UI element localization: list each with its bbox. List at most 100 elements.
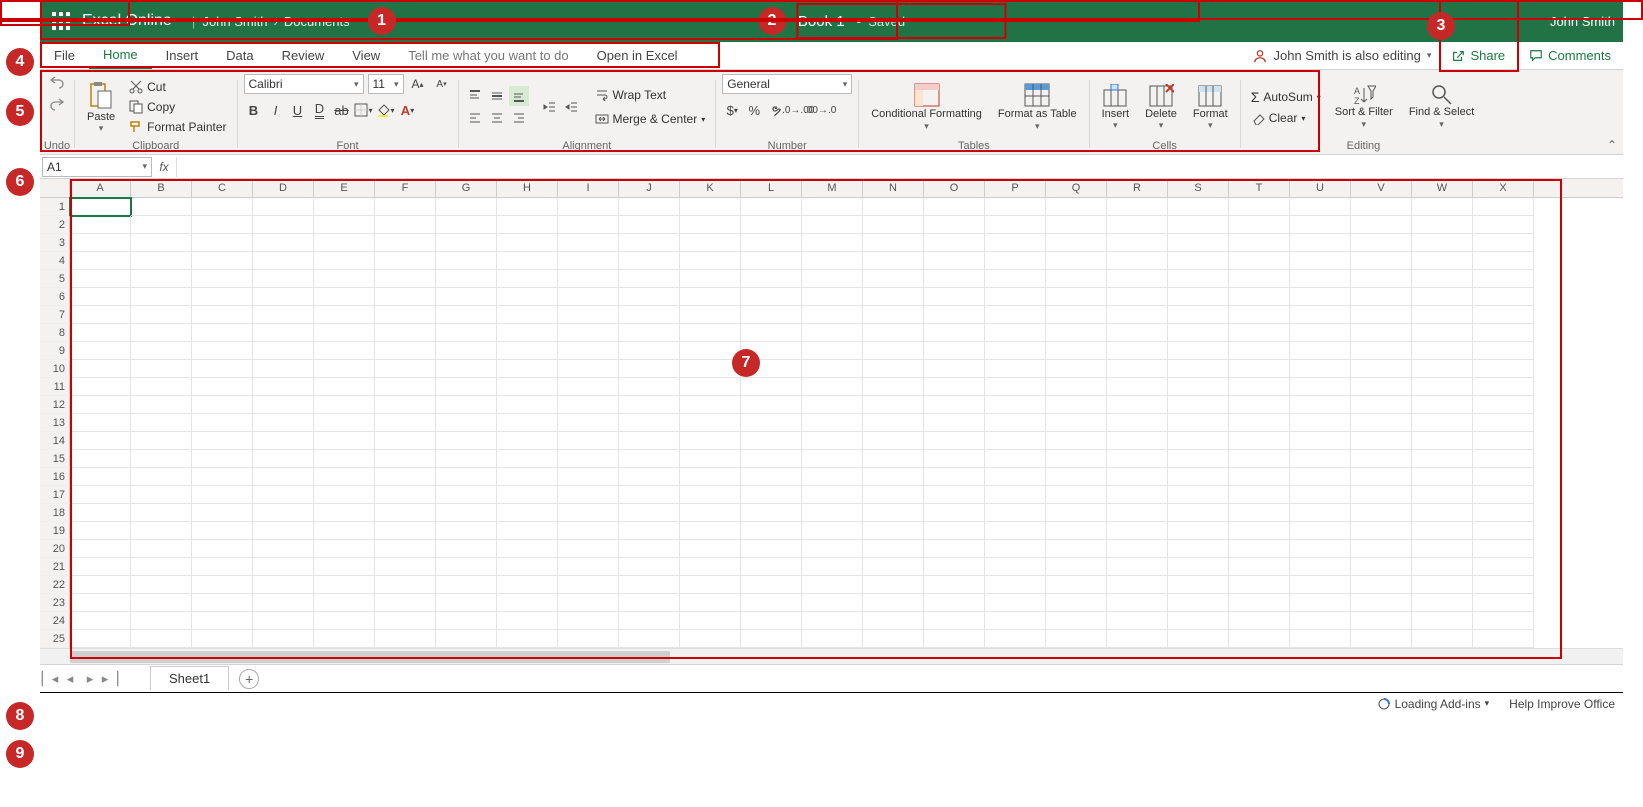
cell[interactable]: [802, 432, 863, 450]
cell[interactable]: [192, 486, 253, 504]
cell[interactable]: [192, 450, 253, 468]
last-sheet-button[interactable]: ▸▕: [100, 671, 120, 687]
cell[interactable]: [436, 486, 497, 504]
cell[interactable]: [70, 378, 131, 396]
cell[interactable]: [1107, 450, 1168, 468]
cell[interactable]: [1290, 432, 1351, 450]
cell[interactable]: [375, 486, 436, 504]
cell[interactable]: [314, 450, 375, 468]
cell[interactable]: [558, 522, 619, 540]
column-header[interactable]: P: [985, 179, 1046, 197]
cell[interactable]: [1473, 594, 1534, 612]
cell[interactable]: [1168, 198, 1229, 216]
autosum-button[interactable]: Σ AutoSum ▾: [1247, 87, 1325, 107]
cell[interactable]: [985, 216, 1046, 234]
column-header[interactable]: I: [558, 179, 619, 197]
cell[interactable]: [1290, 234, 1351, 252]
cell[interactable]: [558, 612, 619, 630]
cell[interactable]: [1107, 612, 1168, 630]
cell[interactable]: [741, 414, 802, 432]
cell[interactable]: [802, 594, 863, 612]
cell[interactable]: [192, 468, 253, 486]
cell[interactable]: [924, 486, 985, 504]
cell[interactable]: [1168, 576, 1229, 594]
cell[interactable]: [497, 270, 558, 288]
row-header[interactable]: 5: [40, 270, 70, 288]
cell[interactable]: [863, 234, 924, 252]
cell[interactable]: [741, 630, 802, 648]
prev-sheet-button[interactable]: ◂: [60, 671, 80, 687]
cell[interactable]: [1473, 270, 1534, 288]
cell[interactable]: [680, 396, 741, 414]
cell[interactable]: [1473, 576, 1534, 594]
cell[interactable]: [131, 378, 192, 396]
cell[interactable]: [497, 432, 558, 450]
cell[interactable]: [802, 306, 863, 324]
cell[interactable]: [619, 612, 680, 630]
cell[interactable]: [985, 396, 1046, 414]
align-left-button[interactable]: [465, 108, 485, 128]
cell[interactable]: [1229, 252, 1290, 270]
cell[interactable]: [70, 612, 131, 630]
cell[interactable]: [1412, 288, 1473, 306]
cell[interactable]: [985, 558, 1046, 576]
cell[interactable]: [497, 396, 558, 414]
cell[interactable]: [558, 216, 619, 234]
document-name[interactable]: Book 1: [798, 13, 845, 30]
scrollbar-thumb[interactable]: [70, 651, 670, 663]
cell[interactable]: [192, 288, 253, 306]
cell[interactable]: [802, 234, 863, 252]
cell[interactable]: [1168, 414, 1229, 432]
cell[interactable]: [253, 612, 314, 630]
cell[interactable]: [70, 432, 131, 450]
tab-view[interactable]: View: [338, 42, 394, 69]
cell[interactable]: [680, 486, 741, 504]
sheet-tab-sheet1[interactable]: Sheet1: [150, 666, 229, 690]
cell[interactable]: [253, 594, 314, 612]
cell[interactable]: [253, 324, 314, 342]
cell[interactable]: [253, 306, 314, 324]
cell[interactable]: [314, 378, 375, 396]
cell[interactable]: [1473, 198, 1534, 216]
cell[interactable]: [70, 414, 131, 432]
cell[interactable]: [70, 522, 131, 540]
column-header[interactable]: S: [1168, 179, 1229, 197]
row-header[interactable]: 23: [40, 594, 70, 612]
cell[interactable]: [558, 468, 619, 486]
cell[interactable]: [1229, 288, 1290, 306]
cell[interactable]: [70, 234, 131, 252]
cell[interactable]: [314, 432, 375, 450]
cell[interactable]: [375, 504, 436, 522]
cell[interactable]: [192, 234, 253, 252]
cell[interactable]: [680, 432, 741, 450]
app-launcher-icon[interactable]: [52, 12, 70, 30]
cell[interactable]: [1046, 216, 1107, 234]
cell[interactable]: [1168, 234, 1229, 252]
cell[interactable]: [863, 378, 924, 396]
cell[interactable]: [1290, 540, 1351, 558]
cell[interactable]: [1412, 558, 1473, 576]
cell[interactable]: [924, 306, 985, 324]
cell[interactable]: [1046, 342, 1107, 360]
cell[interactable]: [558, 360, 619, 378]
cell[interactable]: [1107, 252, 1168, 270]
cell[interactable]: [1473, 468, 1534, 486]
cell[interactable]: [1107, 396, 1168, 414]
cell[interactable]: [1473, 306, 1534, 324]
cell[interactable]: [436, 324, 497, 342]
cell[interactable]: [70, 486, 131, 504]
cell[interactable]: [192, 558, 253, 576]
cell[interactable]: [1290, 198, 1351, 216]
cell[interactable]: [1229, 576, 1290, 594]
cell[interactable]: [314, 198, 375, 216]
cell[interactable]: [1046, 558, 1107, 576]
cell[interactable]: [1168, 306, 1229, 324]
cell[interactable]: [558, 198, 619, 216]
cell[interactable]: [314, 234, 375, 252]
cell[interactable]: [1473, 216, 1534, 234]
cell[interactable]: [131, 270, 192, 288]
cell[interactable]: [863, 216, 924, 234]
cell[interactable]: [1412, 324, 1473, 342]
cell[interactable]: [619, 216, 680, 234]
align-bottom-button[interactable]: [509, 86, 529, 106]
